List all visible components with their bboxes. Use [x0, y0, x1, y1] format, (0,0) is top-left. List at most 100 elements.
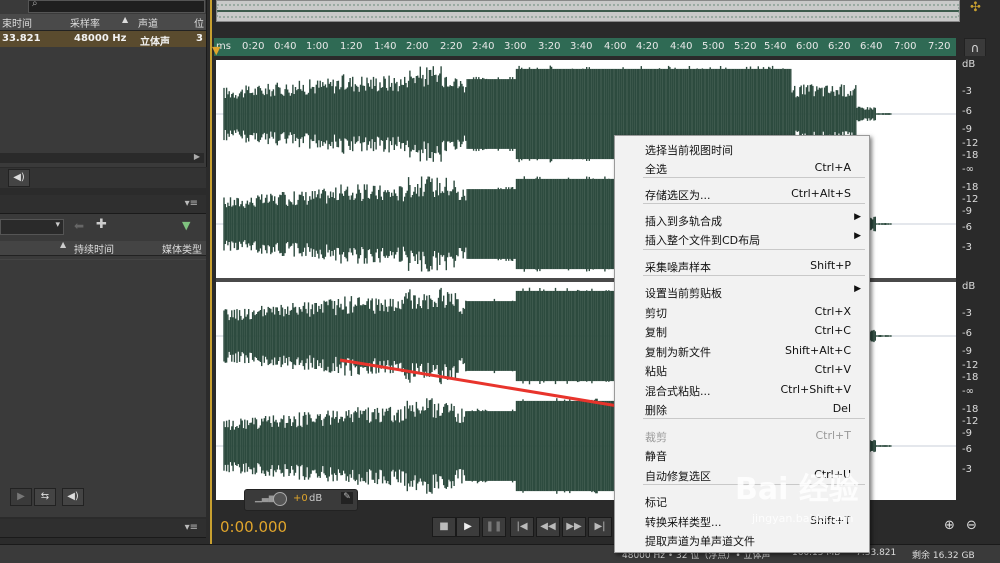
stop-button[interactable]: ■: [432, 517, 456, 537]
menu-item[interactable]: 全选 Ctrl+A: [615, 158, 869, 177]
menu-item-shortcut: Shift+P: [810, 259, 851, 272]
time-tick: 2:20: [440, 41, 463, 52]
menu-item[interactable]: 剪切 Ctrl+X: [615, 302, 869, 321]
volume-value[interactable]: +0: [293, 493, 308, 504]
menu-item[interactable]: 复制为新文件 Shift+Alt+C: [615, 341, 869, 360]
skip-end-icon: ▶|: [594, 521, 606, 532]
auto-play-button[interactable]: ◀): [62, 488, 84, 506]
time-tick: 6:40: [860, 41, 883, 52]
speaker-button[interactable]: ◀): [8, 169, 30, 187]
zoom-out-icon[interactable]: ⊖: [966, 518, 977, 533]
db-label: -18: [962, 182, 979, 193]
fast-forward-button[interactable]: ▶▶: [562, 517, 586, 537]
time-tick: 4:40: [670, 41, 693, 52]
col-sample-rate[interactable]: 采样率: [70, 15, 100, 30]
time-tick: 4:00: [604, 41, 627, 52]
filter-icon[interactable]: ▼: [182, 219, 190, 232]
db-label: -12: [962, 194, 979, 205]
headphones-button[interactable]: ∩: [964, 38, 986, 58]
file-end-time: 33.821: [2, 33, 41, 44]
col-duration[interactable]: 持续时间: [74, 241, 114, 256]
db-label: -6: [962, 222, 972, 233]
menu-item[interactable]: 粘贴 Ctrl+V: [615, 360, 869, 379]
menu-item[interactable]: 设置当前剪贴板 ▶: [615, 282, 869, 301]
db-label: -9: [962, 206, 972, 217]
files-button-bar: ◀): [0, 168, 206, 188]
menu-item[interactable]: 混合式粘贴... Ctrl+Shift+V: [615, 380, 869, 399]
pause-button[interactable]: ❚❚: [482, 517, 506, 537]
rewind-button[interactable]: ◀◀: [536, 517, 560, 537]
menu-item-label: 裁剪: [645, 431, 667, 444]
file-row[interactable]: 33.821 48000 Hz 立体声 3: [0, 31, 206, 48]
menu-item[interactable]: 存储选区为... Ctrl+Alt+S: [615, 184, 869, 203]
overview-waveform[interactable]: [216, 0, 960, 22]
time-tick: 6:00: [796, 41, 819, 52]
menu-item-shortcut: Del: [832, 402, 851, 415]
volume-knob[interactable]: [273, 492, 287, 506]
db-label: -9: [962, 428, 972, 439]
menu-item[interactable]: 复制 Ctrl+C: [615, 321, 869, 340]
col-bits[interactable]: 位: [194, 15, 204, 30]
db-label: -3: [962, 242, 972, 253]
play-button[interactable]: ▶: [456, 517, 480, 537]
col-media-type[interactable]: 媒体类型: [162, 241, 202, 256]
col-end-time[interactable]: 束时间: [2, 15, 32, 30]
zoom-in-icon[interactable]: ⊕: [944, 518, 955, 533]
search-input[interactable]: ⌕: [28, 0, 205, 13]
timecode-display[interactable]: 0:00.000: [220, 518, 287, 536]
volume-hud: ▁▃▅ +0 dB ✎: [244, 489, 358, 511]
time-tick: 5:20: [734, 41, 757, 52]
menu-item-label: 选择当前视图时间: [645, 144, 733, 157]
search-icon: ⌕: [32, 0, 38, 9]
db-label: -9: [962, 124, 972, 135]
col-channels[interactable]: 声道: [138, 15, 158, 30]
db-label: -3: [962, 464, 972, 475]
menu-item[interactable]: 静音: [615, 445, 869, 464]
panel-menu-icon[interactable]: ▾≡: [185, 198, 198, 209]
stop-icon: ■: [439, 521, 449, 532]
play-icon: ▶: [464, 521, 472, 532]
menu-item-shortcut: Ctrl+V: [814, 363, 851, 376]
menu-item-label: 插入整个文件到CD布局: [645, 234, 761, 247]
db-label: -18: [962, 372, 979, 383]
go-end-button[interactable]: ▶|: [588, 517, 612, 537]
time-tick: 2:40: [472, 41, 495, 52]
db-label: -12: [962, 138, 979, 149]
menu-item-label: 设置当前剪贴板: [645, 287, 722, 300]
menu-item-shortcut: Ctrl+Shift+V: [780, 383, 851, 396]
playhead-marker-icon[interactable]: ▼: [212, 44, 220, 57]
location-dropdown[interactable]: ▾: [0, 219, 64, 235]
submenu-arrow-icon: ▶: [854, 231, 861, 241]
loop-button[interactable]: ⇆: [34, 488, 56, 506]
menu-separator: [643, 249, 865, 250]
pin-icon[interactable]: ✎: [341, 492, 353, 504]
back-arrow-icon[interactable]: ⬅: [74, 219, 84, 233]
menu-item-shortcut: Ctrl+T: [815, 429, 851, 442]
add-shortcut-icon[interactable]: ✚: [96, 217, 107, 232]
menu-item[interactable]: 删除 Del: [615, 399, 869, 418]
time-tick: 6:20: [828, 41, 851, 52]
rewind-icon: ◀◀: [540, 521, 556, 532]
time-ruler[interactable]: ms 0:20 0:40 1:00 1:20 1:40 2:00 2:20 2:40 3:00 3:…: [214, 38, 956, 56]
menu-item[interactable]: 采集噪声样本 Shift+P: [615, 256, 869, 275]
menu-item-label: 静音: [645, 450, 667, 463]
menu-item[interactable]: 选择当前视图时间: [615, 139, 869, 158]
menu-item[interactable]: 插入到多轨合成 ▶: [615, 210, 869, 229]
go-start-button[interactable]: |◀: [510, 517, 534, 537]
panel-menu-icon[interactable]: ▾≡: [185, 522, 198, 533]
menu-separator: [643, 275, 865, 276]
skip-start-icon: |◀: [516, 521, 528, 532]
status-free-space: 剩余 16.32 GB: [912, 551, 975, 561]
zoom-navigator-icon[interactable]: ✣: [970, 0, 981, 15]
play-preview-button[interactable]: ▶: [10, 488, 32, 506]
db-scale-right: dB -3 -6 -9 -12 -18 -∞ -18 -12 -9 -6 -3: [958, 278, 1000, 500]
file-channels: 立体声: [140, 37, 170, 48]
pause-icon: ❚❚: [485, 521, 503, 532]
time-tick: 0:20: [242, 41, 265, 52]
sort-up-icon: ▲: [122, 15, 129, 24]
time-tick: 5:40: [764, 41, 787, 52]
menu-item[interactable]: 提取声道为单声道文件: [615, 530, 869, 549]
menu-item[interactable]: 插入整个文件到CD布局 ▶: [615, 229, 869, 248]
scroll-right-icon[interactable]: ▶: [194, 152, 200, 161]
files-scrollbar[interactable]: ▶: [0, 152, 204, 163]
